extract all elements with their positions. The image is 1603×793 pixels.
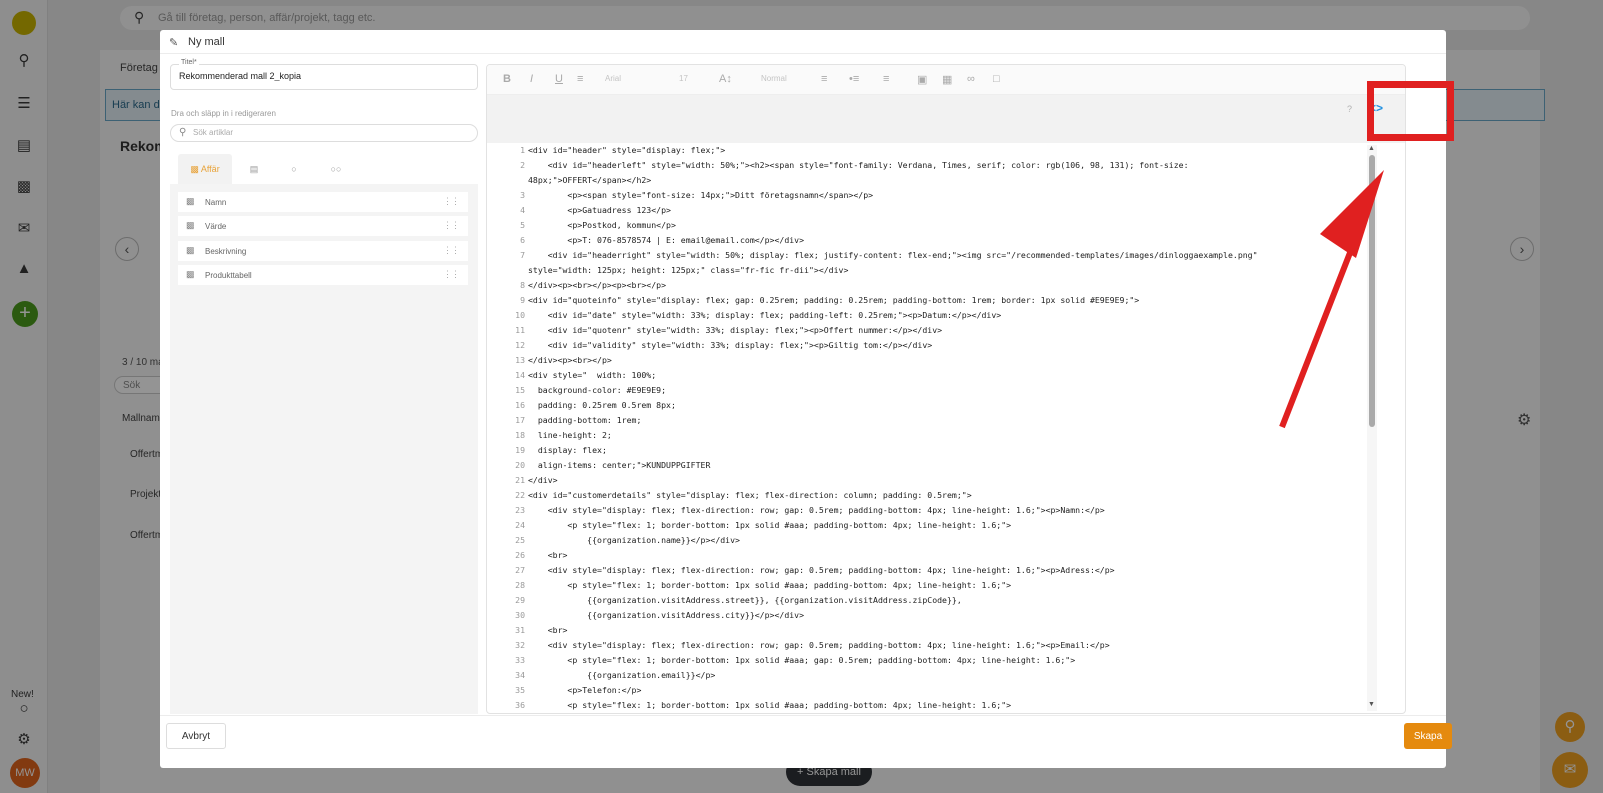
annotation-arrow bbox=[1279, 170, 1384, 429]
annotation-arrow-head bbox=[1320, 170, 1384, 258]
